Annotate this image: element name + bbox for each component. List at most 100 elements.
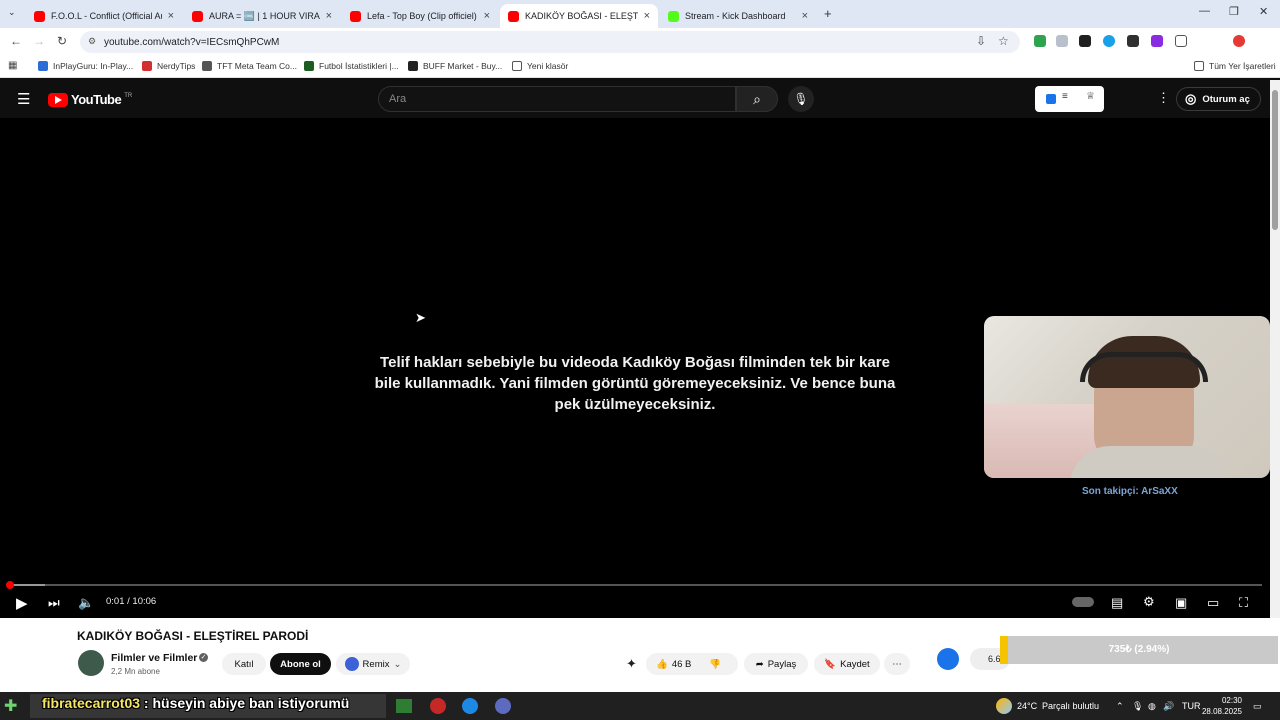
join-button[interactable]: Katıl <box>222 653 266 675</box>
scrubber-handle[interactable] <box>6 581 14 589</box>
browser-tab[interactable]: Lefa - Top Boy (Clip officiel) ft. I × <box>342 4 498 28</box>
like-count[interactable]: 46 B <box>672 659 692 670</box>
youtube-header: ☰ YouTube TR Ara ⌕ 🎙 ≡ ♕ ⋮ ◎ Oturum aç <box>0 80 1270 118</box>
reload-button[interactable]: ↻ <box>57 34 67 48</box>
youtube-logo[interactable]: YouTube TR <box>48 92 132 107</box>
close-icon[interactable]: × <box>326 10 332 22</box>
share-button[interactable]: ➦ Paylaş <box>744 653 808 675</box>
apps-grid-icon[interactable]: ▦ <box>8 60 17 71</box>
remix-button[interactable]: Remix ⌄ <box>336 653 410 675</box>
weather-icon[interactable] <box>996 698 1012 714</box>
extensions-puzzle-icon[interactable] <box>1175 35 1187 47</box>
more-actions-button[interactable]: ⋯ <box>884 653 910 675</box>
weather-temp[interactable]: 24°C <box>1017 701 1037 711</box>
restore-button[interactable]: ❐ <box>1229 5 1239 18</box>
microphone-tray-icon[interactable]: 🎙 <box>1132 701 1143 712</box>
channel-name[interactable]: Filmler ve Filmler <box>111 652 197 664</box>
theater-mode-icon[interactable]: ▭ <box>1207 595 1219 611</box>
extension-icon[interactable] <box>937 648 959 670</box>
new-tab-button[interactable]: + <box>824 6 832 21</box>
bookmark-folder[interactable]: Yeni klasör <box>512 61 568 71</box>
all-bookmarks-button[interactable]: Tüm Yer İşaretleri <box>1194 61 1276 71</box>
extension-icon[interactable] <box>1056 35 1068 47</box>
bookmark-item[interactable]: Futbol İstatistikleri |... <box>304 61 399 71</box>
save-label: Kaydet <box>840 658 870 670</box>
extension-icon[interactable] <box>1034 35 1046 47</box>
tab-title: F.O.O.L - Conflict (Official Audio <box>51 11 162 21</box>
autoplay-toggle[interactable] <box>1072 597 1094 607</box>
close-icon[interactable]: × <box>168 10 174 22</box>
dislike-icon[interactable]: 👎 <box>709 659 721 670</box>
extension-icon[interactable] <box>1127 35 1139 47</box>
close-icon[interactable]: × <box>802 10 808 22</box>
subtitles-icon[interactable]: ▤ <box>1111 595 1123 611</box>
channel-avatar[interactable] <box>78 650 104 676</box>
video-frame[interactable] <box>191 118 1079 580</box>
bookmark-star-icon[interactable]: ☆ <box>998 34 1009 48</box>
close-icon[interactable]: × <box>484 10 490 22</box>
voice-search-button[interactable]: 🎙 <box>788 86 814 112</box>
chrome-app-icon[interactable] <box>430 698 446 714</box>
video-title: KADIKÖY BOĞASI - ELEŞTİREL PARODİ <box>77 629 309 643</box>
fullscreen-icon[interactable]: ⛶ <box>1239 595 1248 611</box>
bookmark-icon: 🔖 <box>824 658 837 670</box>
next-button[interactable]: ⏭ <box>48 595 60 611</box>
settings-gear-icon[interactable]: ⚙ <box>1143 594 1155 610</box>
browser-tab[interactable]: F.O.O.L - Conflict (Official Audio × <box>26 4 182 28</box>
miniplayer-icon[interactable]: ▣ <box>1175 595 1187 611</box>
browser-tab-active[interactable]: KADIKÖY BOĞASI - ELEŞTİREL P × <box>500 4 658 28</box>
language-indicator[interactable]: TUR <box>1182 701 1201 711</box>
tab-title: Stream - Kick Dashboard <box>685 11 786 21</box>
notification-icon[interactable]: ▭ <box>1253 701 1262 712</box>
close-window-button[interactable]: ✕ <box>1259 5 1268 18</box>
save-button[interactable]: 🔖 Kaydet <box>814 653 880 675</box>
extension-widget[interactable]: ≡ ♕ <box>1035 86 1104 112</box>
nvidia-app-icon[interactable] <box>396 699 412 713</box>
browser-tab[interactable]: AURA = 🆒 | 1 HOUR VIRAL AU × <box>184 4 340 28</box>
address-bar[interactable]: ⚙ youtube.com/watch?v=IECsmQhPCwM <box>80 31 1020 53</box>
bookmark-item[interactable]: BUFF Market - Buy... <box>408 61 502 71</box>
forward-button[interactable]: → <box>33 34 45 48</box>
install-app-icon[interactable]: ⇩ <box>976 34 986 48</box>
tab-search-icon[interactable]: ⌄ <box>8 7 16 18</box>
browser-tab[interactable]: Stream - Kick Dashboard × <box>660 4 816 28</box>
subscribe-button[interactable]: Abone ol <box>270 653 331 675</box>
sign-in-button[interactable]: ◎ Oturum aç <box>1176 87 1261 111</box>
bookmark-item[interactable]: InPlayGuru: In-Play... <box>38 61 133 71</box>
chat-badge-icon: ✚ <box>4 698 18 715</box>
mute-button[interactable]: 🔈 <box>78 595 94 611</box>
bookmark-item[interactable]: NerdyTips <box>142 61 195 71</box>
page-scrollbar[interactable] <box>1270 80 1280 692</box>
play-button[interactable]: ▶ <box>16 594 28 612</box>
clock[interactable]: 02:30 28.08.2025 <box>1200 695 1242 717</box>
back-button[interactable]: ← <box>10 34 22 48</box>
weather-text[interactable]: Parçalı bulutlu <box>1042 701 1099 711</box>
more-options-icon[interactable]: ⋮ <box>1157 90 1170 106</box>
clock-date: 28.08.2025 <box>1201 707 1242 716</box>
network-icon[interactable]: ◍ <box>1148 701 1156 712</box>
minimize-button[interactable]: — <box>1199 5 1210 17</box>
extension-icon[interactable] <box>1103 35 1115 47</box>
folder-icon <box>1194 61 1204 71</box>
bookmark-item[interactable]: TFT Meta Team Co... <box>202 61 297 71</box>
account-icon: ◎ <box>1185 91 1197 106</box>
bookmark-icon <box>408 61 418 71</box>
site-info-icon[interactable]: ⚙ <box>88 36 96 47</box>
like-icon[interactable]: 👍 <box>656 659 668 670</box>
tray-chevron-icon[interactable]: ⌃ <box>1116 701 1124 712</box>
profile-avatar[interactable] <box>1233 35 1245 47</box>
discord-app-icon[interactable] <box>495 698 511 714</box>
close-icon[interactable]: × <box>644 10 650 22</box>
scrollbar-thumb[interactable] <box>1272 90 1278 230</box>
video-progress-bar[interactable] <box>6 581 1262 589</box>
remix-label: Remix <box>362 658 390 670</box>
search-input[interactable]: Ara <box>378 86 736 112</box>
extension-icon[interactable] <box>1151 35 1163 47</box>
volume-icon[interactable]: 🔊 <box>1163 701 1174 712</box>
extension-icon[interactable] <box>1079 35 1091 47</box>
menu-icon[interactable]: ☰ <box>17 90 30 108</box>
extension-icon[interactable]: ✦ <box>626 656 637 672</box>
app-icon[interactable] <box>462 698 478 714</box>
donation-goal-text: 735₺ (2.94%) <box>1108 644 1170 655</box>
search-button[interactable]: ⌕ <box>736 86 778 112</box>
